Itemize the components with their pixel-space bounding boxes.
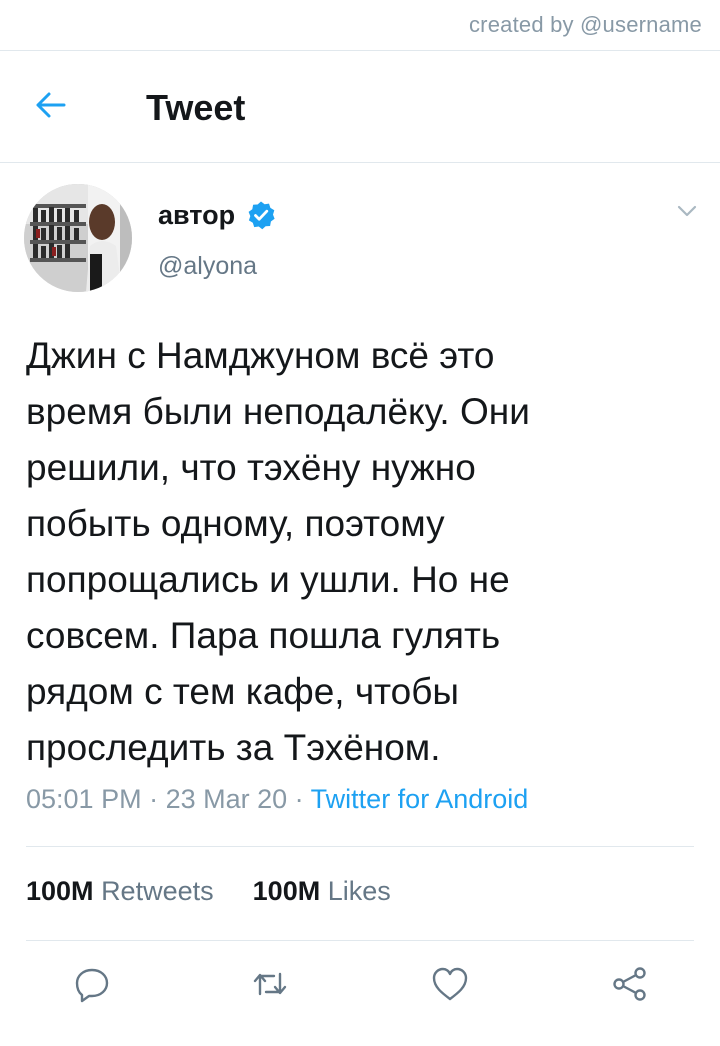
credit-bar: created by @username bbox=[0, 0, 720, 50]
tweet-stats: 100M Retweets 100M Likes bbox=[26, 876, 391, 907]
retweet-icon bbox=[253, 972, 287, 996]
retweets-label[interactable]: Retweets bbox=[101, 876, 214, 906]
page-title: Tweet bbox=[146, 87, 246, 128]
tweet-actions bbox=[0, 960, 720, 1020]
chevron-down-icon bbox=[677, 205, 697, 217]
tweet-options-button[interactable] bbox=[674, 198, 700, 224]
back-button[interactable] bbox=[30, 85, 70, 125]
retweet-button[interactable] bbox=[250, 964, 290, 1004]
app-header: Tweet bbox=[0, 51, 720, 161]
author-handle[interactable]: @alyona bbox=[158, 252, 257, 281]
like-button[interactable] bbox=[430, 964, 470, 1004]
reply-button[interactable] bbox=[72, 964, 112, 1004]
like-icon bbox=[432, 967, 468, 1001]
meta-separator: · bbox=[141, 784, 166, 814]
avatar[interactable] bbox=[24, 184, 132, 292]
divider bbox=[0, 162, 720, 163]
retweets-count[interactable]: 100M bbox=[26, 876, 94, 906]
avatar-photo bbox=[24, 184, 132, 292]
likes-count[interactable]: 100M bbox=[253, 876, 321, 906]
share-icon bbox=[613, 967, 646, 1001]
tweet-meta: 05:01 PM · 23 Mar 20 · Twitter for Andro… bbox=[26, 784, 528, 815]
tweet-source-link[interactable]: Twitter for Android bbox=[311, 784, 529, 814]
author-name[interactable]: автор bbox=[158, 200, 235, 231]
tweet-date: 23 Mar 20 bbox=[165, 784, 288, 814]
tweet-text: Джин с Намджуном всё это время были непо… bbox=[26, 335, 530, 768]
divider bbox=[26, 846, 694, 847]
divider bbox=[26, 940, 694, 941]
likes-label[interactable]: Likes bbox=[328, 876, 391, 906]
share-button[interactable] bbox=[610, 964, 650, 1004]
reply-icon bbox=[75, 968, 109, 1003]
verified-badge-icon bbox=[246, 200, 276, 230]
author-block: автор @alyona bbox=[0, 180, 720, 295]
meta-separator: · bbox=[287, 784, 311, 814]
arrow-left-icon bbox=[36, 92, 66, 118]
credit-text: created by @username bbox=[468, 12, 702, 37]
tweet-time: 05:01 PM bbox=[26, 784, 142, 814]
